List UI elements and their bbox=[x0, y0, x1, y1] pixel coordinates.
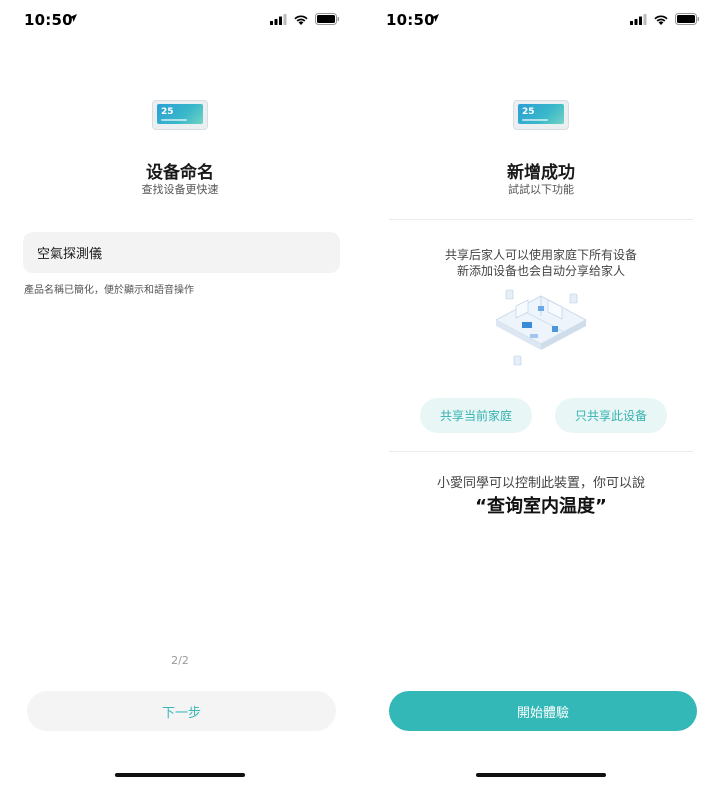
share-current-home-button[interactable]: 共享当前家庭 bbox=[420, 398, 532, 433]
share-description-line-2: 新添加设备也会自动分享给家人 bbox=[456, 264, 625, 278]
device-name-input[interactable]: 空氣探測儀 bbox=[23, 232, 340, 273]
battery-icon bbox=[675, 13, 700, 25]
device-display-bar bbox=[522, 119, 548, 121]
status-time: 10:50 bbox=[24, 11, 73, 29]
battery-icon bbox=[315, 13, 340, 25]
wifi-icon bbox=[654, 14, 668, 25]
home-indicator[interactable] bbox=[476, 773, 606, 777]
page-subtitle: 查找设备更快速 bbox=[141, 183, 219, 196]
next-step-button[interactable]: 下一步 bbox=[27, 691, 336, 731]
status-bar: 10:50 bbox=[0, 0, 360, 40]
cellular-signal-icon bbox=[630, 13, 647, 25]
wifi-icon bbox=[294, 14, 308, 25]
page-subtitle: 試試以下功能 bbox=[508, 183, 574, 196]
divider bbox=[389, 219, 693, 220]
status-bar: 10:50 bbox=[362, 0, 720, 40]
name-hint: 產品名稱已簡化，便於顯示和語音操作 bbox=[24, 285, 194, 296]
share-this-device-button[interactable]: 只共享此设备 bbox=[555, 398, 667, 433]
device-display: 25 bbox=[157, 104, 203, 124]
start-experience-button[interactable]: 開始體驗 bbox=[389, 691, 697, 731]
device-naming-screen: 10:50 25 设备命名 查找设备更快速 空氣探測儀 產品名稱已簡化，便於顯示… bbox=[0, 0, 360, 785]
device-temperature: 25 bbox=[522, 107, 535, 117]
share-description: 共享后家人可以使用家庭下所有设备 新添加设备也会自动分享给家人 bbox=[362, 247, 720, 279]
page-title: 新增成功 bbox=[507, 163, 575, 183]
voice-assistant-hint: 小愛同學可以控制此裝置，你可以說 bbox=[436, 476, 645, 491]
divider bbox=[389, 451, 693, 452]
device-image: 25 bbox=[513, 100, 569, 130]
cellular-signal-icon bbox=[270, 13, 287, 25]
page-title: 设备命名 bbox=[146, 163, 214, 183]
device-display: 25 bbox=[518, 104, 564, 124]
add-success-screen: 10:50 25 新增成功 試試以下功能 共享后家人可以使用家庭下所有设备 新添… bbox=[362, 0, 720, 785]
status-icons bbox=[270, 13, 340, 25]
device-display-bar bbox=[161, 119, 187, 121]
voice-command-example: “查询室内温度” bbox=[475, 496, 607, 517]
share-description-line-1: 共享后家人可以使用家庭下所有设备 bbox=[444, 248, 637, 262]
device-image: 25 bbox=[152, 100, 208, 130]
status-icons bbox=[630, 13, 700, 25]
page-indicator: 2/2 bbox=[171, 654, 189, 667]
location-arrow-icon bbox=[431, 14, 439, 22]
location-arrow-icon bbox=[69, 14, 77, 22]
device-temperature: 25 bbox=[161, 107, 174, 117]
status-time: 10:50 bbox=[386, 11, 435, 29]
home-sharing-illustration bbox=[494, 289, 588, 366]
home-indicator[interactable] bbox=[115, 773, 245, 777]
